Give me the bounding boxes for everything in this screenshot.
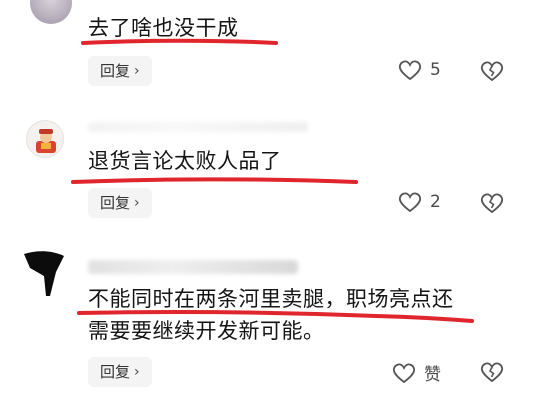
broken-heart-icon[interactable] bbox=[480, 361, 504, 383]
avatar-dark-shape-icon bbox=[24, 251, 64, 296]
comment-text-line-1: 不能同时在两条河里卖腿，职场亮点还 bbox=[88, 287, 454, 311]
like-button[interactable]: 赞 bbox=[392, 360, 441, 385]
comment-list: 去了啥也没干成 回复 › 5 退货言论太败人品了 回复 › 2 不能同时在两条河… bbox=[0, 0, 534, 400]
reply-label: 回复 bbox=[100, 363, 131, 381]
avatar[interactable] bbox=[22, 250, 66, 298]
reply-button[interactable]: 回复 › bbox=[88, 357, 152, 387]
heart-outline-icon bbox=[392, 363, 416, 383]
username-blurred bbox=[88, 260, 298, 274]
like-label: 赞 bbox=[424, 365, 441, 385]
chevron-right-icon: › bbox=[134, 364, 140, 380]
comment-text-line-2: 需要要继续开发新可能。 bbox=[88, 319, 325, 343]
comment-item: 不能同时在两条河里卖腿，职场亮点还 需要要继续开发新可能。 回复 › 赞 bbox=[0, 0, 534, 400]
